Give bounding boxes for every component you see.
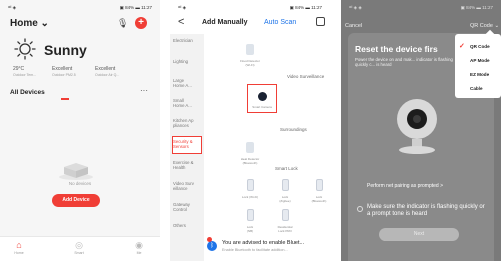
section-title: Video Surveillance [287,74,325,79]
tab-auto-scan[interactable]: Auto Scan [264,19,296,26]
nav-home[interactable]: ⌂ Home [8,240,30,255]
page-title: Reset the device firs [355,44,438,54]
device-label: Lock (Bluetooth) [311,195,327,203]
tab-add-manually[interactable]: Add Manually [202,19,248,26]
nav-label: Smart [74,251,84,255]
bottom-nav: ⌂ Home ◎ Smart ◉ Me [0,236,160,261]
smart-icon: ◎ [75,240,83,250]
battery-time-status: ▣ 84% ▬ 11:27 [289,5,322,10]
status-bar: ᵃᵗˡ ◈ ▣ 84% ▬ 11:27 [178,5,322,13]
confirm-checkbox[interactable] [357,206,363,212]
home-screen: ᵃᵗˡ ◈ ▣ 84% ▬ 11:27 Home ⌄ 🎙 + Sunny 29°… [0,0,160,261]
bluetooth-icon: ᛒ [207,241,217,251]
category-item-active[interactable]: Security & Sensors [173,139,203,149]
battery-time-status: ▣ 84% ▬ 11:27 [119,5,152,10]
lock-icon [246,178,254,191]
weather-label: Sunny [44,42,87,58]
empty-state-text: No devices [68,181,92,186]
device-tile[interactable]: Flood Detector (Wi-Fi) [235,40,265,67]
device-tile-smart-camera[interactable]: Smart Camera [247,88,277,110]
check-icon: ✓ [459,43,465,50]
device-tile[interactable]: Residential Lock PRO [270,205,300,233]
add-manually-screen: ᵃᵗˡ ◈ ▣ 84% ▬ 11:27 < Add Manually Auto … [170,0,330,261]
home-icon: ⌂ [16,240,22,250]
section-title: Smart Lock [275,166,298,171]
confirm-text: Make sure the indicator is flashing quic… [367,204,485,217]
category-item[interactable]: Large Home A... [173,78,203,88]
home-selector[interactable]: Home ⌄ [10,18,49,29]
camera-icon [257,91,267,101]
stat-label: Outdoor Air Q... [95,73,120,77]
banner-title: You are advised to enable Bluet... [222,240,305,246]
category-item[interactable]: Small Home A... [173,98,203,108]
nav-smart[interactable]: ◎ Smart [68,240,90,255]
detector-icon [246,43,254,55]
pairing-prompt-link[interactable]: Perform net pairing as prompted > [367,183,443,189]
category-item[interactable]: Exercise & Health [173,160,203,170]
category-item[interactable]: Video Surv eillance [173,181,203,191]
section-title: Surroundings [280,127,307,132]
nav-me[interactable]: ◉ Me [128,240,150,255]
empty-box-icon [59,163,93,180]
sun-icon [14,38,36,60]
tab-all-devices[interactable]: All Devices [10,89,45,96]
device-label: Lock (Wi-Fi) [241,195,259,199]
category-item[interactable]: Lighting [173,59,203,64]
more-icon[interactable]: ··· [140,86,148,95]
lock-icon [315,178,323,191]
weather-stat: Excellent Outdoor Air Q... [95,66,119,78]
mode-selector[interactable]: QR Code ⌄ [470,23,499,29]
lock-icon [281,208,289,221]
device-label: Heat Detector (Bluetooth) [240,157,260,165]
device-label: Lock (Zigbee) [279,195,291,203]
category-item[interactable]: Others [173,223,203,228]
nav-label: Home [14,251,24,255]
voice-icon[interactable]: 🎙 [117,18,128,29]
category-item[interactable]: Electrician [173,38,203,43]
next-button[interactable]: Next [379,228,459,241]
signal-status: ᵃᵗˡ ◈ [8,5,17,10]
notification-dot [207,237,212,242]
cancel-button[interactable]: Cancel [345,23,362,29]
device-label: Lock (NB) [246,225,254,233]
signal-status: ᵃᵗˡ ◈ [178,5,187,10]
mode-dropdown-menu: ✓ QR Code AP Mode EZ Mode Cable [455,34,501,98]
device-label: Residential Lock PRO [277,225,293,233]
signal-status: ᵃᵗˡ ◈ ◈ [349,5,362,10]
profile-icon: ◉ [135,240,143,250]
device-label: Smart Camera [252,105,272,109]
battery-time-status: ▣ 84% ▬ 11:27 [460,5,493,10]
device-tile[interactable]: Lock (Bluetooth) [304,175,330,203]
camera-illustration [397,99,437,154]
weather-stat: 29°C Outdoor Tem... [13,66,36,78]
tab-indicator [61,98,69,100]
nav-label: Me [136,251,142,255]
pairing-screen: ᵃᵗˡ ◈ ◈ ▣ 84% ▬ 11:27 Cancel QR Code ⌄ R… [341,0,501,261]
status-bar: ᵃᵗˡ ◈ ◈ ▣ 84% ▬ 11:27 [349,5,493,13]
banner-subtitle: Enable Bluetooth to facilitate addition.… [222,248,288,252]
scan-icon[interactable] [316,17,325,26]
detector-icon [246,141,254,153]
add-device-button[interactable]: Add Device [52,194,100,207]
status-bar: ᵃᵗˡ ◈ ▣ 84% ▬ 11:27 [8,5,152,13]
device-tile[interactable]: Heat Detector (Bluetooth) [235,138,265,165]
stat-label: Outdoor Tem... [13,73,37,77]
stat-label: Outdoor PM2.5 [52,73,76,77]
device-tile[interactable]: Lock (Wi-Fi) [235,175,265,200]
back-icon[interactable]: < [178,16,184,28]
device-tile[interactable]: Lock (Zigbee) [270,175,300,203]
weather-stat: Excellent Outdoor PM2.5 [52,66,76,78]
lock-icon [281,178,289,191]
category-item[interactable]: Gateway Control [173,202,203,212]
device-label: Flood Detector (Wi-Fi) [240,59,260,67]
instruction-text: Power the device on and mak... indicator… [355,57,453,67]
device-tile[interactable]: Lock (NB) [235,205,265,233]
lock-icon [246,208,254,221]
add-icon[interactable]: + [135,17,147,29]
category-item[interactable]: Kitchen Ap pliances [173,118,203,128]
